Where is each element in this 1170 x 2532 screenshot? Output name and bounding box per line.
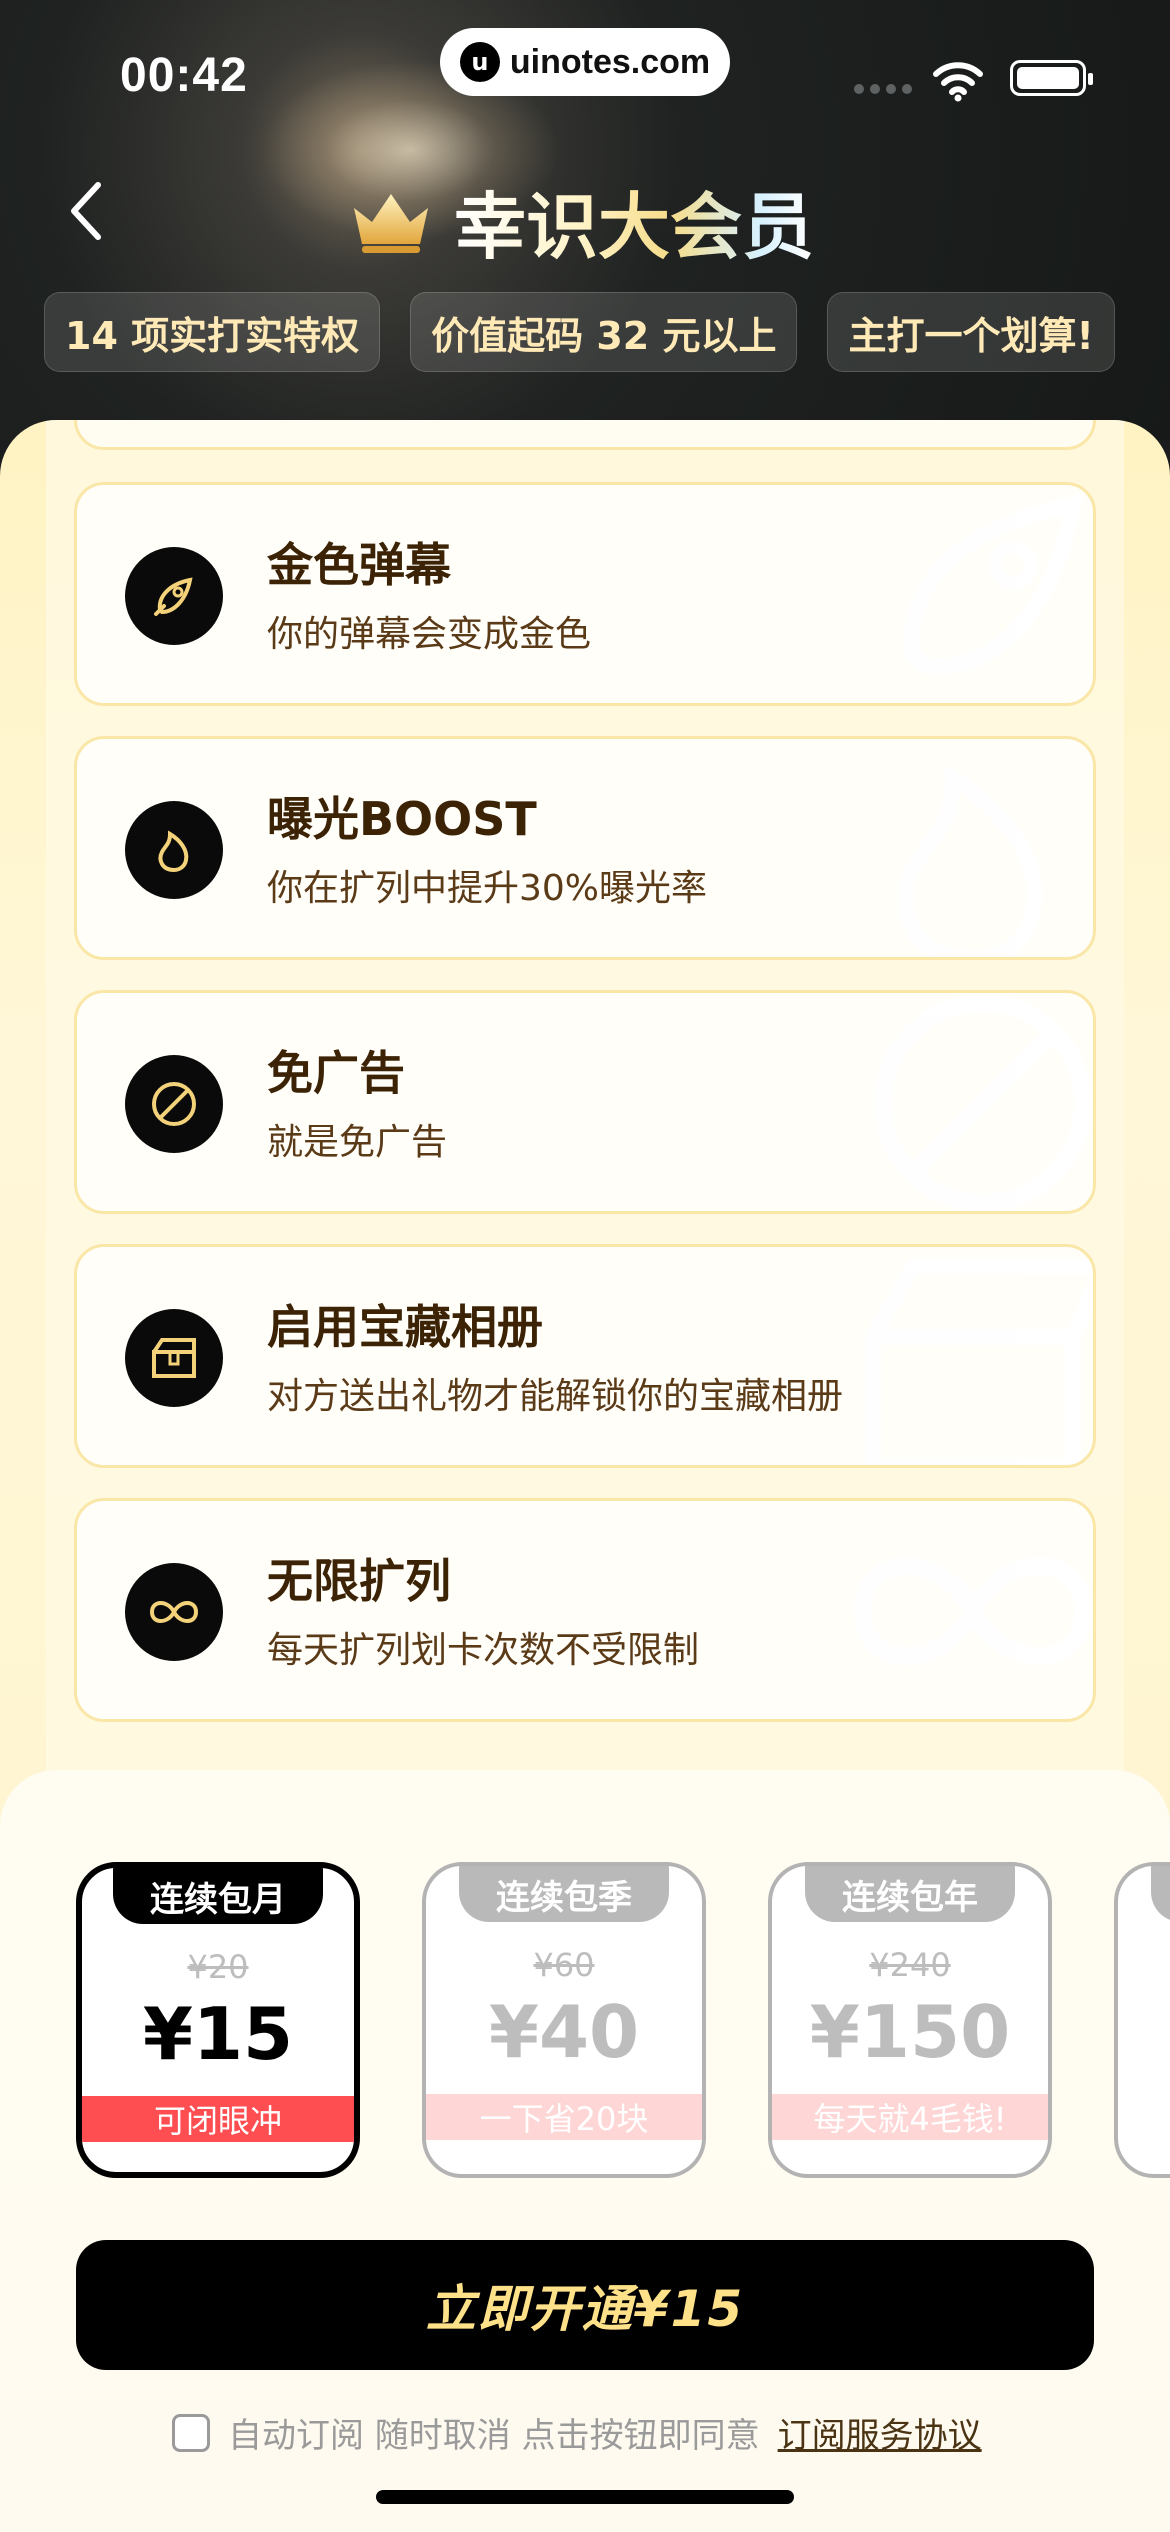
feature-title: 无限扩列	[267, 1554, 451, 1608]
plan-card-yearly[interactable]: 连续包年 ¥240 ¥150 每天就4毛钱!	[768, 1862, 1052, 2178]
infinity-icon	[125, 1563, 223, 1661]
agreement-text: 自动订阅 随时取消 点击按钮即同意	[228, 2416, 760, 2456]
crown-icon	[354, 193, 428, 253]
feature-card: 无限扩列 每天扩列划卡次数不受限制	[74, 1498, 1096, 1722]
agreement-link[interactable]: 订阅服务协议	[778, 2408, 982, 2457]
url-text: uinotes.com	[509, 42, 711, 81]
url-pill: u uinotes.com	[440, 28, 730, 96]
cellular-signal-icon	[854, 84, 912, 94]
infinity-watermark-icon	[853, 1557, 1093, 1665]
plan-note: 每天就4毛钱!	[772, 2094, 1048, 2140]
feature-card: 启用宝藏相册 对方送出礼物才能解锁你的宝藏相册	[74, 1244, 1096, 1468]
feature-card: 曝光BOOST 你在扩列中提升30%曝光率	[74, 736, 1096, 960]
plan-name: 连续包年	[805, 1866, 1015, 1922]
feature-desc: 你在扩列中提升30%曝光率	[267, 868, 708, 909]
treasure-box-icon	[125, 1309, 223, 1407]
header: 00:42 u uinotes.com 幸识大会员 14 项实打实特权 价值起码…	[0, 0, 1170, 440]
home-indicator[interactable]	[376, 2490, 794, 2504]
feature-desc: 对方送出礼物才能解锁你的宝藏相册	[267, 1376, 844, 1417]
tag: 14 项实打实特权	[44, 292, 381, 372]
plan-card-monthly[interactable]: 连续包月 ¥20 ¥15 可闭眼冲	[76, 1862, 360, 2178]
feature-desc: 你的弹幕会变成金色	[267, 614, 592, 655]
page-title: 幸识大会员	[454, 168, 814, 273]
feature-desc: 就是免广告	[267, 1122, 448, 1163]
no-ads-watermark-icon	[874, 994, 1092, 1211]
tag: 价值起码 32 元以上	[410, 292, 798, 372]
feature-desc: 每天扩列划卡次数不受限制	[267, 1630, 700, 1671]
plan-original-price: ¥240	[869, 1946, 951, 1984]
chevron-left-icon	[71, 182, 101, 240]
plan-carousel[interactable]: 连续包月 ¥20 ¥15 可闭眼冲 连续包季 ¥60 ¥40 一下省20块 连续…	[76, 1862, 1170, 2182]
feature-list-area[interactable]: 金色弹幕 你的弹幕会变成金色 曝光BOOST 你在扩列中提升30%曝光率 免广告…	[0, 420, 1170, 1840]
plan-name: 连续包季	[459, 1866, 669, 1922]
feature-card-partial	[74, 420, 1096, 450]
rocket-watermark-icon	[903, 495, 1083, 675]
agreement-row: 自动订阅 随时取消 点击按钮即同意 订阅服务协议	[172, 2408, 982, 2457]
tag: 主打一个划算!	[827, 292, 1115, 372]
tag-row: 14 项实打实特权 价值起码 32 元以上 主打一个划算!	[44, 292, 1115, 372]
plan-original-price: ¥20	[187, 1948, 249, 1986]
plan-name: 连续包月	[113, 1868, 323, 1924]
feature-title: 金色弹幕	[267, 538, 451, 592]
plan-head-partial	[1151, 1866, 1170, 1922]
flame-watermark-icon	[897, 764, 1043, 957]
agreement-checkbox[interactable]	[172, 2413, 210, 2452]
rocket-icon	[125, 547, 223, 645]
feature-card: 金色弹幕 你的弹幕会变成金色	[74, 482, 1096, 706]
wifi-icon	[933, 62, 983, 102]
treasure-box-watermark-icon	[865, 1259, 1093, 1465]
status-time: 00:42	[120, 49, 248, 102]
plan-price: ¥150	[809, 1990, 1011, 2074]
feature-title: 曝光BOOST	[267, 792, 537, 846]
plan-card-quarterly[interactable]: 连续包季 ¥60 ¥40 一下省20块	[422, 1862, 706, 2178]
plan-price: ¥40	[488, 1990, 640, 2074]
feature-title: 启用宝藏相册	[267, 1300, 543, 1354]
battery-icon	[1010, 60, 1093, 96]
feature-title: 免广告	[267, 1046, 405, 1100]
plan-note: 可闭眼冲	[82, 2096, 354, 2142]
plan-price: ¥15	[142, 1992, 294, 2076]
flame-icon	[125, 801, 223, 899]
purchase-sheet: 连续包月 ¥20 ¥15 可闭眼冲 连续包季 ¥60 ¥40 一下省20块 连续…	[0, 1770, 1170, 2532]
plan-note: 一下省20块	[426, 2094, 702, 2140]
no-ads-icon	[125, 1055, 223, 1153]
feature-card: 免广告 就是免广告	[74, 990, 1096, 1214]
uinotes-logo-icon: u	[459, 42, 500, 82]
subscribe-button[interactable]: 立即开通¥15	[76, 2240, 1094, 2370]
title-wrap: 幸识大会员	[350, 168, 814, 273]
back-button[interactable]	[56, 176, 116, 246]
plan-card-partial[interactable]	[1114, 1862, 1170, 2178]
plan-original-price: ¥60	[533, 1946, 595, 1984]
